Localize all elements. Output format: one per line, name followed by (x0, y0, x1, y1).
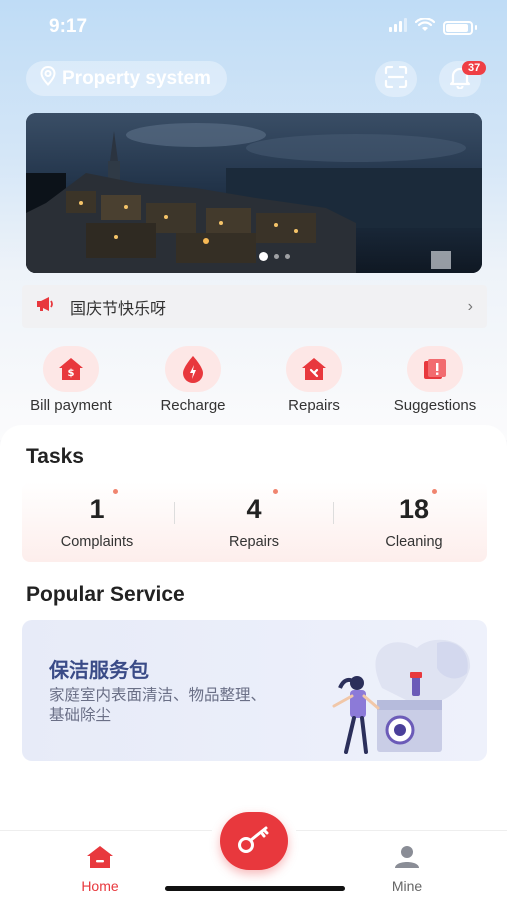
unread-dot (432, 489, 437, 494)
task-label: Repairs (229, 534, 279, 550)
wifi-icon (414, 17, 436, 37)
battery-icon (443, 20, 473, 35)
quick-action-recharge[interactable]: Recharge (138, 346, 248, 414)
task-count: 18 (398, 494, 430, 524)
banner-dot[interactable] (285, 254, 290, 259)
megaphone-icon (36, 296, 56, 317)
status-time: 9:17 (49, 16, 88, 37)
promo-banner[interactable] (26, 113, 482, 273)
service-title: 保洁服务包 (49, 660, 149, 682)
announcement-bar[interactable]: 国庆节快乐呀 › (22, 285, 487, 328)
quick-action-label: Recharge (160, 397, 226, 414)
location-pin-icon (40, 65, 56, 92)
repairs-icon (286, 346, 342, 392)
quick-action-suggestions[interactable]: Suggestions (380, 346, 490, 414)
unread-dot (273, 489, 278, 494)
quick-action-repairs[interactable]: Repairs (259, 346, 369, 414)
divider (174, 502, 175, 524)
status-bar: 9:17 (0, 14, 507, 44)
banner-dot[interactable] (259, 252, 268, 261)
location-label: Property system (62, 67, 211, 89)
tab-home-label: Home (81, 878, 119, 894)
chevron-right-icon: › (467, 297, 473, 315)
quick-action-bill-payment[interactable]: $ Bill payment (16, 346, 126, 414)
location-selector[interactable]: Property system (26, 61, 227, 96)
quick-action-label: Repairs (288, 397, 340, 414)
user-icon (393, 845, 421, 874)
task-complaints[interactable]: 1 Complaints (22, 482, 172, 562)
scan-button[interactable] (375, 61, 417, 97)
task-repairs[interactable]: 4 Repairs (179, 482, 329, 562)
banner-image (26, 113, 482, 273)
unread-dot (113, 489, 118, 494)
status-icons (389, 17, 477, 37)
task-count: 1 (89, 494, 105, 524)
tab-home[interactable]: Home (60, 845, 140, 894)
key-icon (237, 824, 271, 859)
home-icon (86, 845, 114, 874)
battery-cap (475, 25, 477, 30)
signal-icon (389, 18, 407, 37)
divider (333, 502, 334, 524)
banner-dot[interactable] (274, 254, 279, 259)
home-indicator (165, 886, 345, 891)
tasks-title: Tasks (26, 445, 84, 468)
popular-service-title: Popular Service (26, 583, 185, 606)
quick-action-label: Bill payment (30, 397, 112, 414)
suggestions-icon (407, 346, 463, 392)
quick-action-label: Suggestions (393, 397, 477, 414)
tasks-card: 1 Complaints 4 Repairs 18 Cleaning (22, 482, 487, 562)
recharge-icon (165, 346, 221, 392)
tab-mine[interactable]: Mine (367, 845, 447, 894)
announcement-text: 国庆节快乐呀 (70, 300, 167, 318)
banner-pagination (259, 252, 290, 261)
cleaning-illustration (332, 639, 471, 754)
task-label: Cleaning (385, 534, 443, 550)
task-count: 4 (246, 494, 262, 524)
scan-icon (384, 65, 408, 93)
service-description: 家庭室内表面清洁、物品整理、基础除尘 (49, 687, 267, 724)
task-label: Complaints (60, 534, 134, 550)
task-cleaning[interactable]: 18 Cleaning (339, 482, 489, 562)
notification-badge: 37 (462, 61, 487, 75)
svg-text:$: $ (68, 368, 75, 379)
tab-mine-label: Mine (391, 878, 423, 894)
bill-icon: $ (43, 346, 99, 392)
unlock-key-button[interactable] (220, 812, 288, 870)
service-card-cleaning[interactable]: 保洁服务包 家庭室内表面清洁、物品整理、基础除尘 (22, 620, 487, 761)
